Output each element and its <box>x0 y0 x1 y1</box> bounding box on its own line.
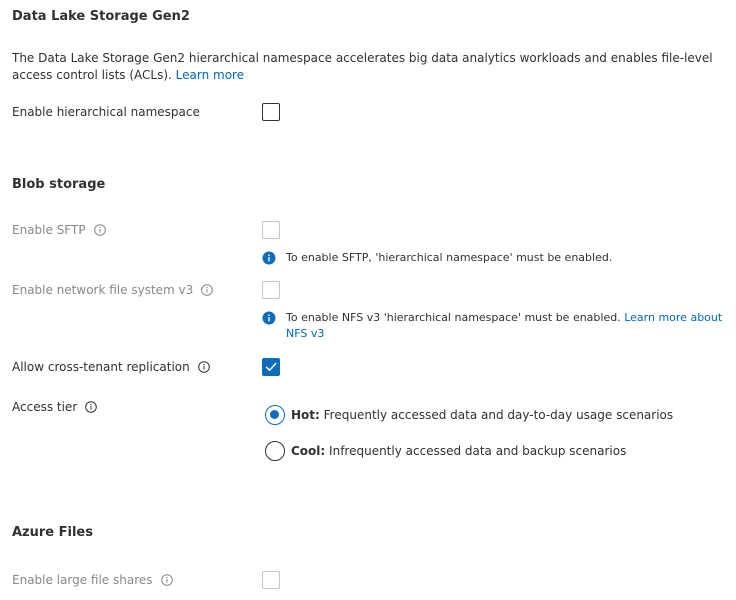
hns-checkbox[interactable] <box>262 103 280 121</box>
learn-more-link[interactable]: Learn more <box>176 68 244 82</box>
nfs-notice-content: To enable NFS v3 'hierarchical namespace… <box>286 310 730 342</box>
info-icon[interactable] <box>197 361 210 373</box>
nfs-notice: To enable NFS v3 'hierarchical namespace… <box>262 310 730 342</box>
cross-tenant-label: Allow cross-tenant replication <box>12 360 190 374</box>
info-icon[interactable] <box>85 401 98 413</box>
info-icon[interactable] <box>201 284 214 296</box>
info-icon[interactable] <box>160 574 173 586</box>
nfs-notice-text: To enable NFS v3 'hierarchical namespace… <box>286 311 621 324</box>
info-icon[interactable] <box>93 224 106 236</box>
tier-hot-name: Hot: <box>291 408 320 422</box>
tier-cool-name: Cool: <box>291 444 326 458</box>
access-tier-row-label: Access tier <box>12 399 98 415</box>
section-title-azure-files: Azure Files <box>12 525 93 540</box>
tier-cool-description: Infrequently accessed data and backup sc… <box>329 444 627 458</box>
cross-tenant-checkbox[interactable] <box>262 358 280 376</box>
sftp-notice-text: To enable SFTP, 'hierarchical namespace'… <box>286 251 613 264</box>
access-tier-hot-option[interactable]: Hot: Frequently accessed data and day-to… <box>265 405 673 425</box>
sftp-checkbox[interactable] <box>262 221 280 239</box>
access-tier-cool-option[interactable]: Cool: Infrequently accessed data and bac… <box>265 441 626 461</box>
access-tier-label: Access tier <box>12 400 78 414</box>
radio-cool[interactable] <box>265 441 285 461</box>
sftp-label: Enable SFTP <box>12 223 86 237</box>
data-lake-description: The Data Lake Storage Gen2 hierarchical … <box>12 50 730 84</box>
data-lake-description-text: The Data Lake Storage Gen2 hierarchical … <box>12 51 713 82</box>
nfs-row-label: Enable network file system v3 <box>12 282 214 298</box>
tier-hot-description: Frequently accessed data and day-to-day … <box>323 408 674 422</box>
section-title-blob: Blob storage <box>12 177 106 192</box>
cross-tenant-row-label: Allow cross-tenant replication <box>12 359 210 375</box>
nfs-checkbox[interactable] <box>262 281 280 299</box>
large-shares-label: Enable large file shares <box>12 573 153 587</box>
nfs-label: Enable network file system v3 <box>12 283 194 297</box>
checkmark-icon <box>265 362 277 371</box>
large-shares-checkbox[interactable] <box>262 571 280 589</box>
sftp-notice: To enable SFTP, 'hierarchical namespace'… <box>262 250 730 266</box>
section-title-data-lake: Data Lake Storage Gen2 <box>12 9 190 24</box>
info-filled-icon <box>262 251 276 265</box>
info-filled-icon <box>262 311 276 325</box>
radio-hot[interactable] <box>265 405 285 425</box>
hns-label: Enable hierarchical namespace <box>12 105 200 119</box>
sftp-row-label: Enable SFTP <box>12 222 106 238</box>
large-shares-row-label: Enable large file shares <box>12 572 173 588</box>
